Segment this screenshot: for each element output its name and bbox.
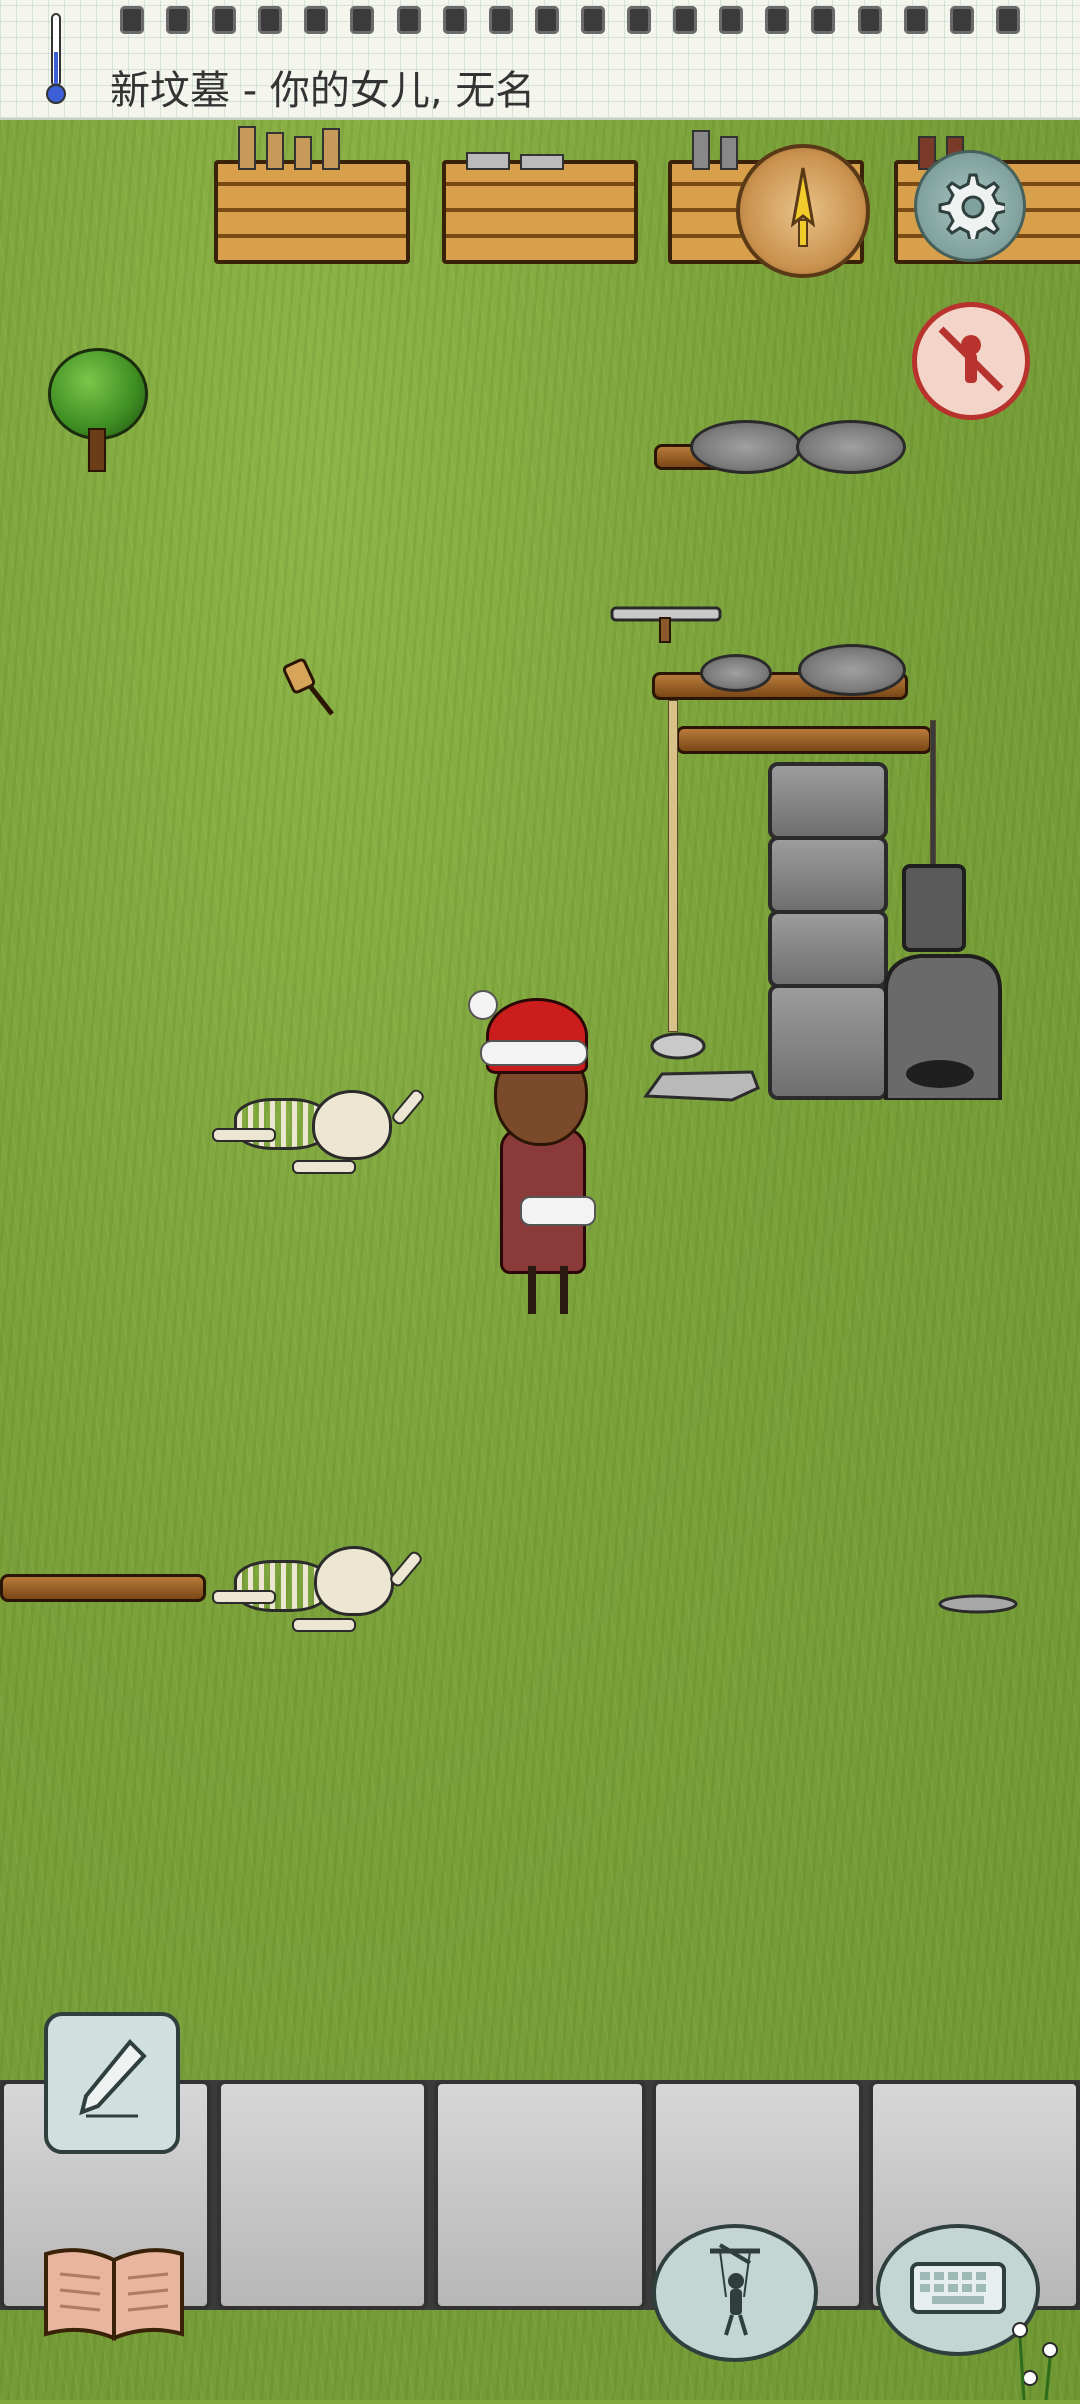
- stone-tile: [217, 2080, 429, 2310]
- santa-hat-trim: [480, 1040, 588, 1066]
- grinding-stone[interactable]: [798, 644, 906, 696]
- stone-block[interactable]: [768, 910, 888, 988]
- player-leg: [560, 1266, 568, 1314]
- rope: [668, 700, 678, 1032]
- bone: [212, 1590, 276, 1604]
- stone-block[interactable]: [768, 762, 888, 840]
- pickaxe[interactable]: [610, 604, 724, 648]
- spiral-ring: [350, 6, 375, 34]
- spiral-ring: [304, 6, 329, 34]
- no-player-button[interactable]: [912, 302, 1030, 420]
- status-bar: 新坟墓 - 你的女儿, 无名: [0, 0, 1080, 120]
- compass-button[interactable]: [736, 144, 870, 278]
- thermometer-icon: [46, 12, 66, 106]
- chain: [930, 720, 936, 872]
- bone: [212, 1128, 276, 1142]
- spiral-ring: [488, 6, 513, 34]
- spiral-ring: [166, 6, 191, 34]
- bone: [292, 1618, 356, 1632]
- sapling-tree[interactable]: [48, 348, 148, 440]
- spiral-ring: [811, 6, 836, 34]
- page-title: 新坟墓 - 你的女儿, 无名: [110, 68, 536, 114]
- grinding-stone[interactable]: [690, 420, 802, 474]
- spiral-ring: [120, 6, 144, 34]
- puppet-icon: [690, 2241, 780, 2345]
- crate-items: [466, 130, 614, 170]
- spiral-ring: [857, 6, 882, 34]
- no-player-icon: [931, 319, 1011, 403]
- crate-knives[interactable]: [442, 152, 638, 264]
- kiln-bell[interactable]: [880, 860, 1004, 1104]
- bone: [292, 1160, 356, 1174]
- pencil-icon: [72, 2036, 152, 2130]
- spiral-ring: [534, 6, 559, 34]
- spiral-ring: [627, 6, 652, 34]
- crate-items: [238, 126, 386, 170]
- player-leg: [528, 1266, 536, 1314]
- spiral-ring: [258, 6, 283, 34]
- grinding-stone[interactable]: [700, 654, 772, 692]
- beam[interactable]: [676, 726, 932, 754]
- drill-base[interactable]: [648, 1026, 708, 1070]
- tree-trunk: [88, 428, 106, 472]
- spiral-ring: [903, 6, 928, 34]
- notes-button[interactable]: [44, 2012, 180, 2154]
- spiral-ring: [995, 6, 1020, 34]
- flowers-decoration: [990, 2300, 1080, 2401]
- log[interactable]: [0, 1574, 206, 1602]
- player-apron: [520, 1196, 596, 1226]
- notebook-spiral: [120, 6, 1020, 40]
- spiral-ring: [580, 6, 605, 34]
- stone-block[interactable]: [768, 836, 888, 914]
- crate-tools[interactable]: [214, 126, 410, 264]
- stone-block[interactable]: [768, 984, 888, 1100]
- stone-tile: [434, 2080, 646, 2310]
- skeleton-skull[interactable]: [312, 1090, 392, 1160]
- spiral-ring: [765, 6, 790, 34]
- book-icon: [40, 2248, 188, 2348]
- flat-stone[interactable]: [642, 1066, 762, 1110]
- spiral-ring: [673, 6, 698, 34]
- grinding-stone[interactable]: [796, 420, 906, 474]
- chisel-tool[interactable]: [282, 656, 342, 724]
- spiral-ring: [212, 6, 237, 34]
- gear-icon: [935, 169, 1008, 243]
- flint-stone[interactable]: [936, 1592, 1020, 1620]
- settings-button[interactable]: [914, 150, 1026, 262]
- santa-hat-pom: [468, 990, 498, 1020]
- tech-book-button[interactable]: [40, 2240, 188, 2344]
- emote-button[interactable]: [652, 2224, 818, 2362]
- spiral-ring: [396, 6, 421, 34]
- spiral-ring: [719, 6, 744, 34]
- skeleton-skull[interactable]: [314, 1546, 394, 1616]
- compass-icon: [773, 164, 833, 258]
- spiral-ring: [442, 6, 467, 34]
- spiral-ring: [949, 6, 974, 34]
